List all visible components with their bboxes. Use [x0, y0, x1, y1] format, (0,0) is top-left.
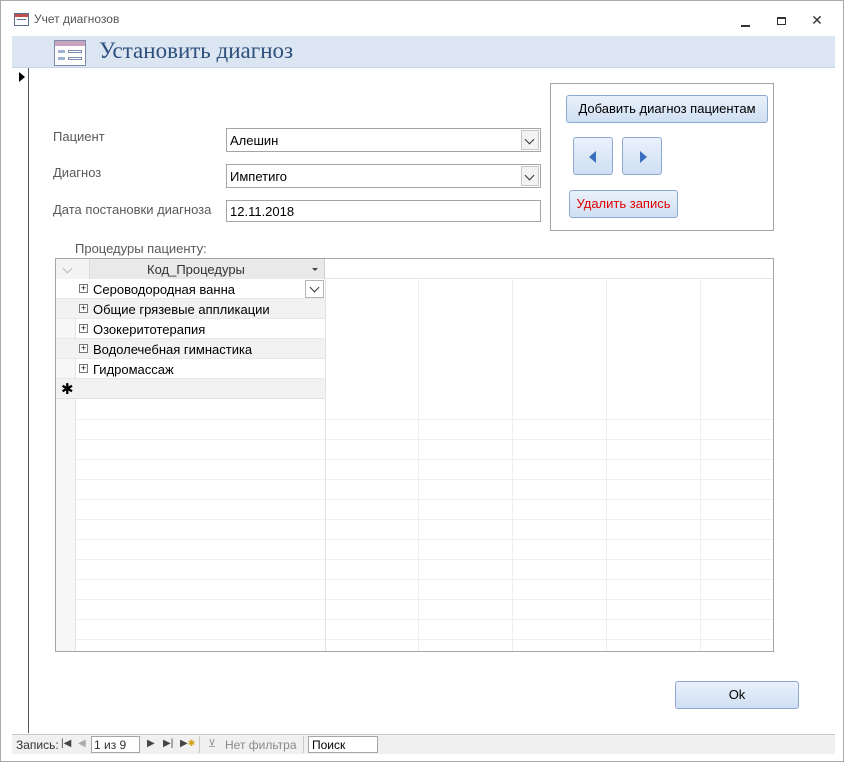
expand-icon[interactable]: + [79, 344, 88, 353]
new-record-row[interactable]: ✱ [56, 379, 325, 399]
date-label: Дата постановки диагноза [53, 202, 212, 217]
table-row[interactable]: + Водолечебная гимнастика [56, 339, 325, 359]
expand-icon[interactable]: + [79, 284, 88, 293]
minimize-button[interactable] [732, 9, 758, 31]
triangle-left-icon [589, 151, 596, 163]
procedure-cell[interactable]: Сероводородная ванна [93, 282, 235, 297]
ok-button[interactable]: Ok [675, 681, 799, 709]
app-window: Учет диагнозов ✕ Установить диагноз Паци… [0, 0, 844, 762]
expand-icon[interactable]: + [79, 304, 88, 313]
new-record-icon: ✱ [61, 381, 74, 398]
triangle-right-icon [640, 151, 647, 163]
restore-button[interactable] [768, 9, 794, 31]
datasheet-header: Код_Процедуры [56, 259, 773, 279]
record-label: Запись: [16, 738, 59, 752]
add-diagnosis-button[interactable]: Добавить диагноз пациентам [566, 95, 768, 123]
procedures-subform: Код_Процедуры + Сероводородная ванна + О… [55, 258, 774, 652]
procedure-cell[interactable]: Гидромассаж [93, 362, 174, 377]
form-icon [54, 40, 86, 66]
new-record-nav-icon[interactable]: ▶✱ [180, 738, 195, 749]
divider [199, 736, 200, 753]
close-icon: ✕ [811, 12, 823, 28]
table-row[interactable]: + Гидромассаж [56, 359, 325, 379]
procedures-datasheet: Код_Процедуры + Сероводородная ванна + О… [56, 259, 773, 651]
title-bar: Учет диагнозов ✕ [1, 1, 843, 37]
diagnosis-combo[interactable]: Импетиго [226, 164, 541, 188]
procedure-cell[interactable]: Общие грязевые аппликации [93, 302, 270, 317]
window-title: Учет диагнозов [34, 12, 120, 26]
column-header-procedure-code[interactable]: Код_Процедуры [90, 259, 325, 279]
chevron-down-icon[interactable] [521, 130, 539, 150]
record-selector[interactable] [12, 68, 29, 733]
patient-combo[interactable]: Алешин [226, 128, 541, 152]
filter-toggle[interactable]: Нет фильтра [225, 738, 297, 752]
filter-icon: ⊻ [208, 738, 217, 750]
next-record-icon[interactable]: ▶ [147, 738, 155, 749]
restore-icon [776, 17, 786, 25]
chevron-down-icon[interactable] [521, 166, 539, 186]
current-record-arrow-icon [19, 72, 25, 82]
minimize-icon [740, 25, 750, 27]
record-position: 1 из 9 [94, 738, 127, 752]
last-record-icon[interactable]: ▶| [163, 738, 173, 749]
next-record-button[interactable] [622, 137, 662, 175]
patient-value: Алешин [230, 133, 279, 148]
form-title: Установить диагноз [99, 38, 294, 63]
select-all-corner[interactable] [56, 259, 90, 279]
form-header: Установить диагноз [12, 36, 835, 68]
first-record-icon[interactable]: |◀ [61, 738, 71, 749]
procedure-cell[interactable]: Водолечебная гимнастика [93, 342, 252, 357]
record-position-field[interactable]: 1 из 9 [91, 736, 140, 753]
search-input[interactable]: Поиск [308, 736, 378, 753]
table-row[interactable]: + Общие грязевые аппликации [56, 299, 325, 319]
record-navigation-bar: Запись: |◀ ◀ 1 из 9 ▶ ▶| ▶✱ ⊻ Нет фильтр… [12, 734, 835, 754]
table-row[interactable]: + Озокеритотерапия [56, 319, 325, 339]
divider [303, 736, 304, 753]
procedure-cell[interactable]: Озокеритотерапия [93, 322, 205, 337]
delete-record-button[interactable]: Удалить запись [569, 190, 678, 218]
chevron-down-icon[interactable] [305, 280, 324, 298]
patient-label: Пациент [53, 129, 105, 144]
diagnosis-value: Импетиго [230, 169, 288, 184]
date-field[interactable]: 12.11.2018 [226, 200, 541, 222]
table-row[interactable]: + Сероводородная ванна [56, 279, 325, 299]
subform-label: Процедуры пациенту: [75, 241, 207, 256]
sort-arrow-icon[interactable] [312, 268, 318, 271]
diagnosis-label: Диагноз [53, 165, 102, 180]
close-button[interactable]: ✕ [804, 9, 830, 31]
previous-record-button[interactable] [573, 137, 613, 175]
app-icon [14, 13, 29, 26]
date-value: 12.11.2018 [230, 204, 295, 219]
expand-icon[interactable]: + [79, 324, 88, 333]
column-header-label: Код_Процедуры [147, 262, 245, 277]
search-placeholder: Поиск [312, 738, 346, 752]
command-box: Добавить диагноз пациентам Удалить запис… [550, 83, 774, 231]
expand-icon[interactable]: + [79, 364, 88, 373]
previous-record-icon[interactable]: ◀ [78, 738, 86, 749]
